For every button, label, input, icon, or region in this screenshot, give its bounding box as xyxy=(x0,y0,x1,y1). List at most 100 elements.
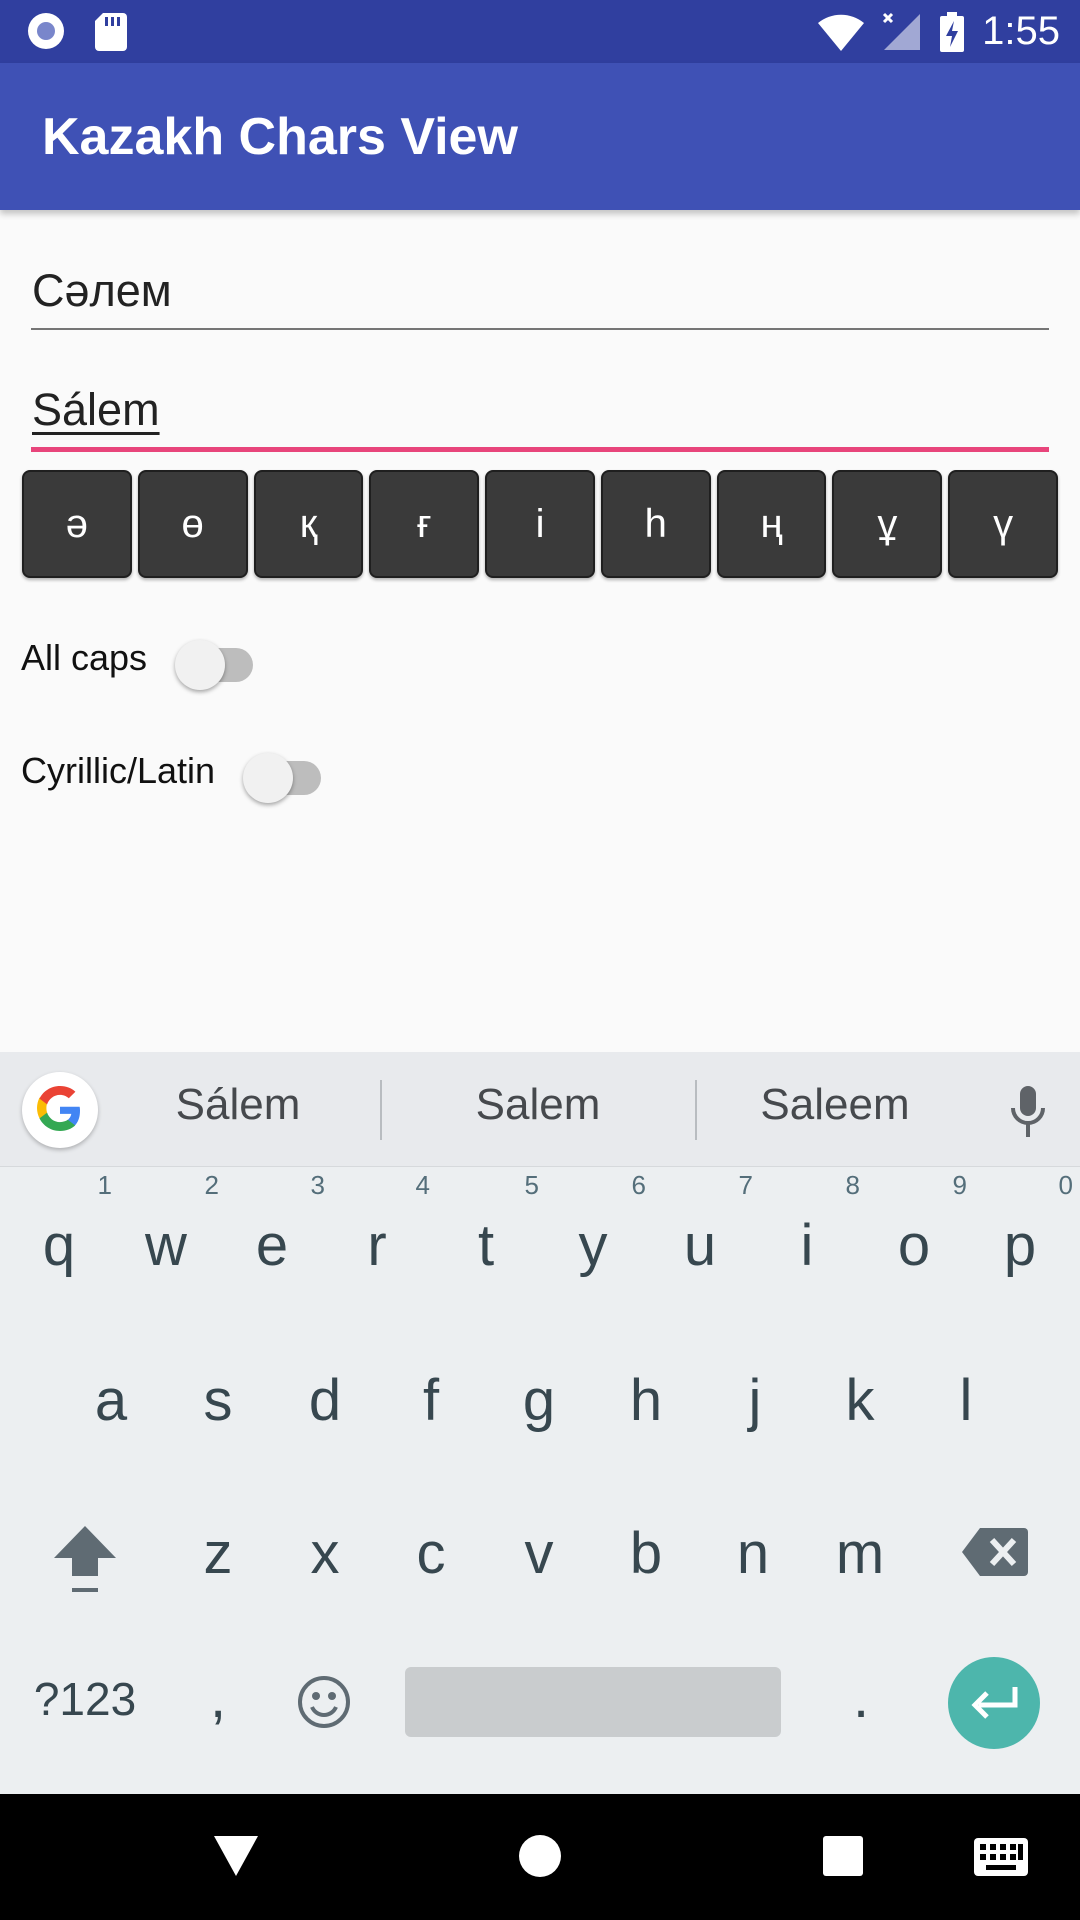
key-hint: 9 xyxy=(952,1170,967,1200)
key-z[interactable]: z xyxy=(173,1520,263,1587)
notification-icon xyxy=(28,13,64,49)
cyrillic-field-underline xyxy=(31,328,1049,330)
char-button-ka-descender[interactable]: қ xyxy=(253,470,364,578)
char-button-en-descender[interactable]: ң xyxy=(716,470,827,578)
suggestion-1[interactable]: Sálem xyxy=(128,1080,348,1130)
cyrillic-latin-switch[interactable] xyxy=(243,743,333,803)
wifi-icon xyxy=(818,14,865,51)
key-d[interactable]: d xyxy=(280,1367,370,1434)
spacebar[interactable] xyxy=(405,1667,781,1737)
key-j[interactable]: j xyxy=(710,1367,800,1434)
suggestion-divider xyxy=(380,1080,382,1140)
char-button-shha[interactable]: һ xyxy=(600,470,711,578)
enter-key[interactable] xyxy=(948,1657,1040,1749)
key-q[interactable]: q1 xyxy=(14,1170,112,1279)
battery-charging-icon xyxy=(940,11,965,52)
status-bar: 1:55 xyxy=(0,0,1080,63)
key-s[interactable]: s xyxy=(173,1367,263,1434)
key-h[interactable]: h xyxy=(601,1367,691,1434)
cyrillic-text-value: Сәлем xyxy=(32,265,172,316)
symbols-key[interactable]: ?123 xyxy=(20,1672,150,1726)
latin-field-underline-focused xyxy=(31,447,1049,452)
char-button-straight-u-stroke[interactable]: ұ xyxy=(832,470,943,578)
all-caps-switch-thumb xyxy=(175,640,226,690)
recents-icon[interactable] xyxy=(823,1836,863,1876)
char-button-straight-u[interactable]: ү xyxy=(948,470,1059,578)
suggestion-strip: Sálem Salem Saleem xyxy=(0,1052,1080,1167)
key-w[interactable]: w2 xyxy=(121,1170,219,1279)
key-hint: 8 xyxy=(845,1170,860,1200)
key-label: p xyxy=(1003,1213,1037,1278)
app-title: Kazakh Chars View xyxy=(42,108,518,166)
kazakh-char-button-row: ә ө қ ғ і һ ң ұ ү xyxy=(22,470,1059,578)
key-y[interactable]: y6 xyxy=(548,1170,647,1279)
key-l[interactable]: l xyxy=(921,1367,1011,1434)
key-hint: 5 xyxy=(524,1170,539,1200)
key-i[interactable]: i8 xyxy=(762,1170,860,1279)
key-label: r xyxy=(367,1213,387,1278)
key-x[interactable]: x xyxy=(280,1520,370,1587)
key-hint: 4 xyxy=(415,1170,430,1200)
key-hint: 2 xyxy=(204,1170,219,1200)
char-button-schwa[interactable]: ә xyxy=(22,470,132,578)
key-hint: 1 xyxy=(97,1170,112,1200)
key-u[interactable]: u7 xyxy=(655,1170,753,1279)
all-caps-label: All caps xyxy=(21,637,148,678)
key-label: u xyxy=(683,1213,717,1278)
shift-icon[interactable] xyxy=(52,1524,118,1596)
key-r[interactable]: r4 xyxy=(332,1170,430,1279)
home-icon[interactable] xyxy=(518,1834,562,1878)
backspace-icon[interactable] xyxy=(962,1528,1028,1576)
key-label: t xyxy=(477,1213,495,1278)
cyrillic-latin-label: Cyrillic/Latin xyxy=(21,750,216,791)
cyrillic-latin-switch-thumb xyxy=(243,753,294,803)
google-icon[interactable] xyxy=(22,1072,98,1148)
cyrillic-text-field[interactable]: Сәлем xyxy=(31,265,1049,333)
key-hint: 7 xyxy=(738,1170,753,1200)
suggestion-divider xyxy=(695,1080,697,1140)
key-k[interactable]: k xyxy=(815,1367,905,1434)
all-caps-row: All caps xyxy=(21,630,265,690)
soft-keyboard: Sálem Salem Saleem q1 w2 e3 r4 t5 y6 u7 … xyxy=(0,1052,1080,1794)
latin-text-value: Sálem xyxy=(32,384,160,435)
key-hint: 0 xyxy=(1058,1170,1073,1200)
key-o[interactable]: o9 xyxy=(869,1170,967,1279)
period-key[interactable]: . xyxy=(816,1664,906,1731)
enter-icon xyxy=(971,1687,1018,1719)
char-button-ghe-stroke[interactable]: ғ xyxy=(369,470,480,578)
suggestion-3[interactable]: Saleem xyxy=(725,1080,945,1130)
key-hint: 3 xyxy=(310,1170,325,1200)
all-caps-switch[interactable] xyxy=(175,630,265,690)
suggestion-2[interactable]: Salem xyxy=(428,1080,648,1130)
key-b[interactable]: b xyxy=(601,1520,691,1587)
app-bar: Kazakh Chars View xyxy=(0,63,1080,210)
latin-text-field[interactable]: Sálem xyxy=(31,384,1049,454)
key-e[interactable]: e3 xyxy=(227,1170,325,1279)
key-a[interactable]: a xyxy=(66,1367,156,1434)
status-clock: 1:55 xyxy=(982,9,1060,53)
char-button-barred-o[interactable]: ө xyxy=(137,470,248,578)
key-label: y xyxy=(578,1213,608,1278)
key-label: e xyxy=(255,1213,289,1278)
key-n[interactable]: n xyxy=(708,1520,798,1587)
cell-signal-icon xyxy=(883,12,921,50)
key-v[interactable]: v xyxy=(494,1520,584,1587)
navigation-bar xyxy=(0,1794,1080,1920)
key-f[interactable]: f xyxy=(386,1367,476,1434)
key-p[interactable]: p0 xyxy=(975,1170,1073,1279)
key-hint: 6 xyxy=(631,1170,646,1200)
back-icon[interactable] xyxy=(214,1836,258,1876)
cyrillic-latin-row: Cyrillic/Latin xyxy=(21,743,333,803)
char-button-dotted-i[interactable]: і xyxy=(485,470,595,578)
comma-key[interactable]: , xyxy=(176,1664,260,1731)
key-label: i xyxy=(800,1213,814,1278)
key-m[interactable]: m xyxy=(815,1520,905,1587)
key-t[interactable]: t5 xyxy=(441,1170,539,1279)
key-c[interactable]: c xyxy=(386,1520,476,1587)
key-g[interactable]: g xyxy=(494,1367,584,1434)
key-label: o xyxy=(897,1213,931,1278)
emoji-icon[interactable] xyxy=(296,1674,352,1730)
microphone-icon[interactable] xyxy=(1008,1086,1048,1138)
sd-card-icon xyxy=(95,13,127,51)
keyboard-switch-icon[interactable] xyxy=(974,1838,1028,1876)
